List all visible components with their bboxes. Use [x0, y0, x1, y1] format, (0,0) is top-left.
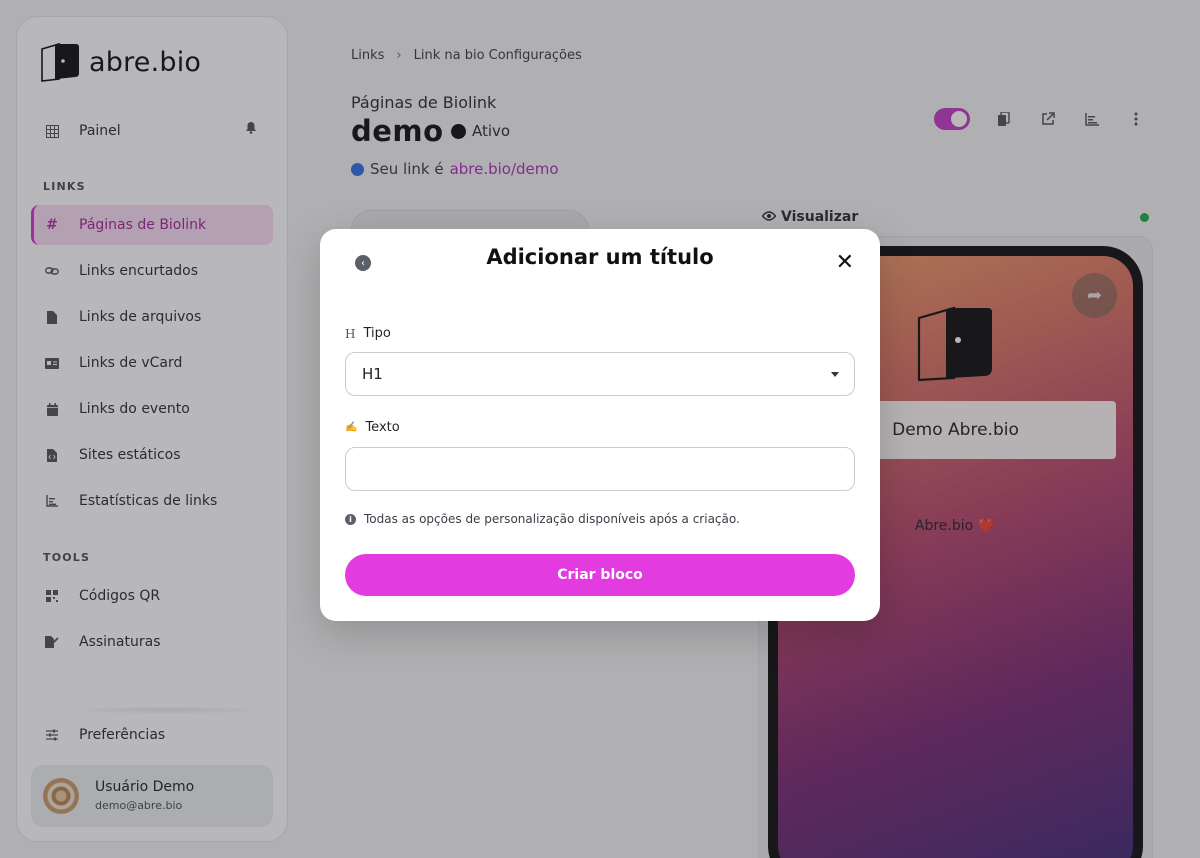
- text-input[interactable]: [345, 447, 855, 491]
- modal-title: Adicionar um título: [486, 245, 714, 269]
- add-title-modal: ‹ Adicionar um título ✕ H Tipo H1 ✍ Text…: [320, 229, 880, 621]
- customization-hint: i Todas as opções de personalização disp…: [345, 512, 740, 526]
- text-label-text: Texto: [365, 420, 400, 435]
- close-icon[interactable]: ✕: [836, 252, 854, 274]
- signature-pen-icon: ✍: [345, 422, 358, 433]
- hint-text: Todas as opções de personalização dispon…: [364, 512, 740, 526]
- type-select-value: H1: [362, 365, 383, 383]
- info-icon: i: [345, 513, 356, 525]
- heading-icon: H: [345, 326, 356, 341]
- type-label-text: Tipo: [363, 326, 391, 341]
- chevron-down-icon: [831, 372, 839, 377]
- type-select[interactable]: H1: [345, 352, 855, 396]
- type-field-label: H Tipo: [345, 326, 391, 341]
- text-field-label: ✍ Texto: [345, 420, 400, 435]
- create-block-button[interactable]: Criar bloco: [345, 554, 855, 596]
